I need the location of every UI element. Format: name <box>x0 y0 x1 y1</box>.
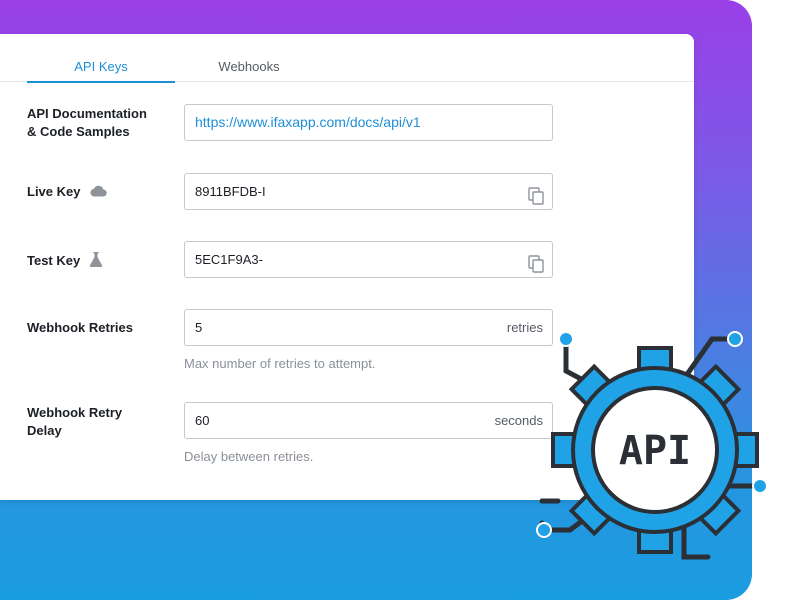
docs-label-line2: & Code Samples <box>27 124 130 139</box>
live-key-value: 8911BFDB-I <box>195 184 266 199</box>
test-key-field[interactable]: 5EC1F9A3- <box>184 241 553 278</box>
api-text: API <box>619 428 691 474</box>
retry-delay-value: 60 <box>195 413 210 428</box>
retry-delay-label: Webhook Retry Delay <box>27 404 122 440</box>
copy-icon[interactable] <box>528 251 544 273</box>
retry-delay-label-line2: Delay <box>27 423 62 438</box>
flask-icon <box>89 251 103 272</box>
docs-label: API Documentation & Code Samples <box>27 105 147 141</box>
retry-delay-label-line1: Webhook Retry <box>27 405 123 420</box>
docs-label-line1: API Documentation <box>27 106 147 121</box>
test-key-label-text: Test Key <box>27 252 81 268</box>
live-key-label-text: Live Key <box>27 184 81 199</box>
test-key-value: 5EC1F9A3- <box>195 252 263 267</box>
test-key-label: Test Key <box>27 251 103 272</box>
tab-api-keys[interactable]: API Keys <box>27 34 175 83</box>
api-gear-icon: API <box>530 325 800 600</box>
retries-value: 5 <box>195 320 203 335</box>
docs-url-link[interactable]: https://www.ifaxapp.com/docs/api/v1 <box>195 114 421 130</box>
retries-hint: Max number of retries to attempt. <box>184 356 376 371</box>
docs-url-field[interactable]: https://www.ifaxapp.com/docs/api/v1 <box>184 104 553 141</box>
tab-webhooks[interactable]: Webhooks <box>175 34 323 82</box>
retries-input[interactable]: 5 retries <box>184 309 553 346</box>
cloud-icon <box>89 184 107 202</box>
copy-icon[interactable] <box>528 183 544 205</box>
live-key-field[interactable]: 8911BFDB-I <box>184 173 553 210</box>
retry-delay-input[interactable]: 60 seconds <box>184 402 553 439</box>
retries-label: Webhook Retries <box>27 320 133 335</box>
live-key-label: Live Key <box>27 183 107 202</box>
tab-bar: API Keys Webhooks <box>0 34 694 83</box>
retry-delay-hint: Delay between retries. <box>184 449 314 464</box>
